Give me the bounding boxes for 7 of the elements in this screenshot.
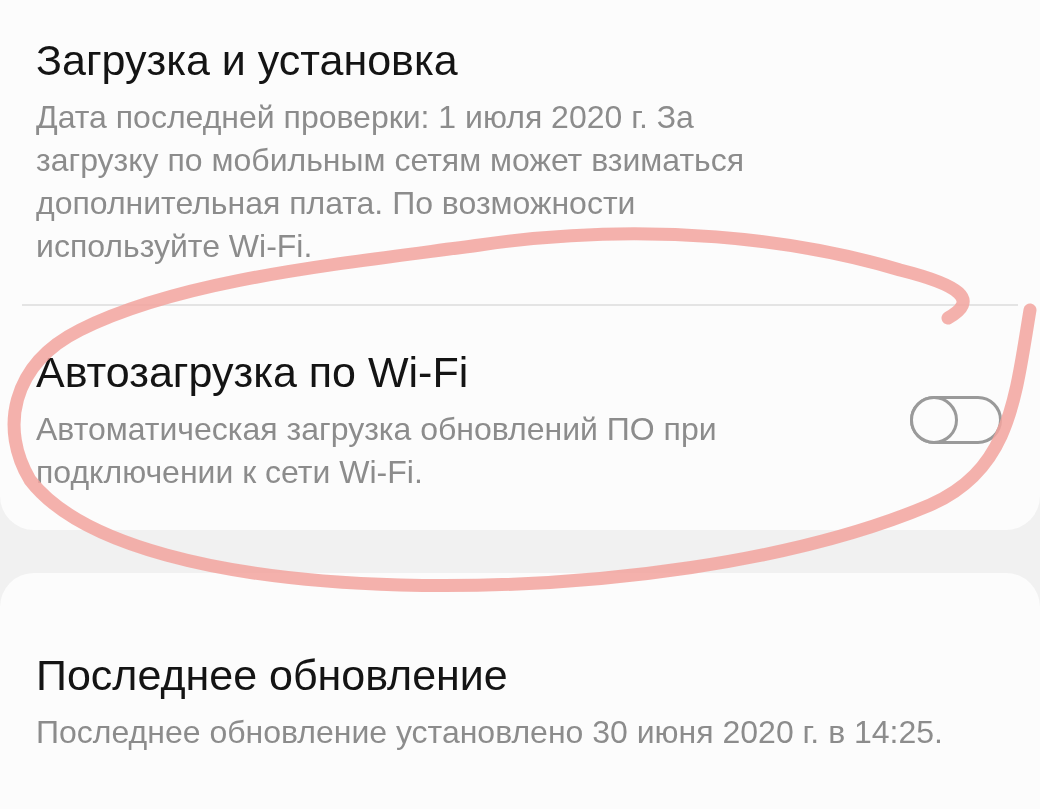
toggle-switch[interactable] <box>910 396 1002 444</box>
setting-description: Последнее обновление установлено 30 июня 2020 г. в 14:25. <box>36 713 944 752</box>
setting-title: Загрузка и установка <box>36 35 459 86</box>
setting-title: Последнее обновление <box>36 650 509 701</box>
setting-description: Автоматическая загрузка обновлений ПО при подключении к сети Wi-Fi. <box>36 410 718 492</box>
setting-title: Автозагрузка по Wi-Fi <box>36 347 470 398</box>
setting-description: Дата последней проверки: 1 июля 2020 г. За загрузку по мобильным сетям может взиматься дополнительная плата. По возможности используйте Wi-Fi. <box>36 98 746 266</box>
